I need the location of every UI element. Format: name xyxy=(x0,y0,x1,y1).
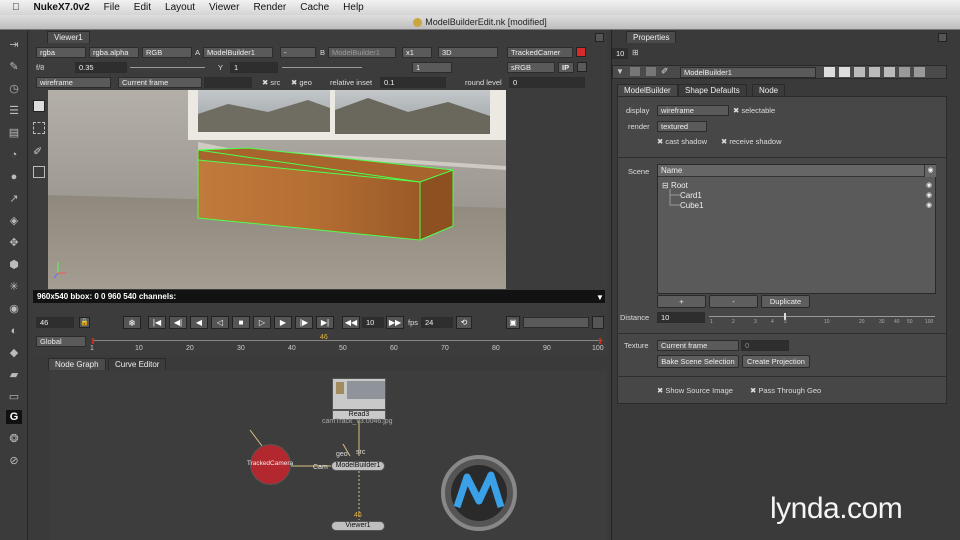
divider xyxy=(617,157,947,158)
scene-label: Scene xyxy=(628,167,650,176)
eye-icon[interactable]: ◉ xyxy=(926,191,932,199)
selectable-checkbox[interactable]: ✖ selectable xyxy=(733,106,775,115)
tab-node[interactable]: Node xyxy=(752,84,786,96)
remove-shape-button[interactable]: - xyxy=(709,295,758,308)
distance-input[interactable]: 10 xyxy=(657,312,705,323)
tab-shape-defaults[interactable]: Shape Defaults xyxy=(678,84,747,96)
divider xyxy=(617,376,947,377)
node-tool-icon: ✐ xyxy=(661,66,669,76)
close-node-icon[interactable] xyxy=(914,67,925,77)
color-icon[interactable] xyxy=(824,67,835,77)
node-color-icon[interactable] xyxy=(839,67,850,77)
properties-close-icon[interactable] xyxy=(938,33,947,42)
slider-tick: 50 xyxy=(907,319,913,325)
node-name-input[interactable]: ModelBuilder1 xyxy=(680,67,816,78)
watermark: lynda.com xyxy=(770,492,903,525)
revert-icon[interactable] xyxy=(884,67,895,77)
duplicate-button[interactable]: Duplicate xyxy=(761,295,810,308)
float-icon[interactable] xyxy=(899,67,910,77)
render-label: render xyxy=(628,122,650,131)
pipe-frame-label: 46 xyxy=(354,512,362,519)
slider-track xyxy=(709,316,935,317)
eye-icon[interactable]: ◉ xyxy=(926,201,932,209)
geo-input-label: geo xyxy=(336,451,348,458)
read-node-filename: camTrack_v3.0046.jpg xyxy=(322,418,393,425)
texture-label: Texture xyxy=(624,341,649,350)
camera-node-label: TrackedCamera xyxy=(246,460,294,467)
undo-icon[interactable] xyxy=(854,67,865,77)
max-panels-input[interactable]: 10 xyxy=(612,48,628,59)
read-node-thumbnail[interactable] xyxy=(332,378,386,410)
viewer-node[interactable]: Viewer1 xyxy=(331,521,385,531)
panel-buttons xyxy=(824,67,934,77)
modelbuilder-node[interactable]: ModelBuilder1 xyxy=(331,461,385,471)
create-projection-button[interactable]: Create Projection xyxy=(742,355,810,368)
scene-header: Name xyxy=(658,165,924,177)
eye-icon[interactable]: ◉ xyxy=(926,181,932,189)
pass-through-geo-checkbox[interactable]: ✖ Pass Through Geo xyxy=(750,386,821,395)
distance-slider[interactable]: 1 2 3 4 5 10 20 30 40 50 100 xyxy=(709,312,937,326)
render-dropdown[interactable]: textured xyxy=(657,121,707,132)
cast-shadow-label: cast shadow xyxy=(665,137,708,146)
slider-tick: 10 xyxy=(824,319,830,325)
receive-shadow-label: receive shadow xyxy=(729,137,782,146)
display-dropdown[interactable]: wireframe xyxy=(657,105,729,116)
slider-tick: 40 xyxy=(894,319,900,325)
receive-shadow-checkbox[interactable]: ✖ receive shadow xyxy=(721,137,782,146)
divider xyxy=(617,333,947,334)
thumbnail-icon xyxy=(336,382,344,394)
slider-tick: 30 xyxy=(879,319,885,325)
scene-tree[interactable]: Name ◉ ⊟ Root ◉ Card1 ◉ Cube1 ◉ xyxy=(657,164,936,294)
pass-through-label: Pass Through Geo xyxy=(758,386,822,395)
display-label: display xyxy=(626,106,650,115)
slider-tick: 2 xyxy=(732,319,735,325)
show-source-image-checkbox[interactable]: ✖ Show Source Image xyxy=(657,386,733,395)
texture-frame-mode-dropdown[interactable]: Current frame xyxy=(657,340,739,351)
slider-tick: 100 xyxy=(925,319,934,325)
collapse-icon[interactable]: ▼ xyxy=(616,67,624,76)
show-source-label: Show Source Image xyxy=(665,386,733,395)
tab-modelbuilder[interactable]: ModelBuilder xyxy=(617,84,678,96)
slider-tick: 20 xyxy=(859,319,865,325)
center-icon[interactable] xyxy=(646,67,656,76)
tree-lines xyxy=(669,189,680,206)
hide-icon[interactable] xyxy=(630,67,640,76)
nuke-logo xyxy=(441,455,517,531)
texture-frame-input[interactable]: 0 xyxy=(741,340,789,351)
distance-label: Distance xyxy=(620,313,650,322)
slider-tick: 3 xyxy=(754,319,757,325)
tab-properties[interactable]: Properties xyxy=(626,31,677,43)
cam-input-label: Cam xyxy=(313,464,328,471)
visibility-header-icon[interactable]: ◉ xyxy=(924,165,936,177)
src-input-label: src xyxy=(356,449,366,456)
redo-icon[interactable] xyxy=(869,67,880,77)
cast-shadow-checkbox[interactable]: ✖ cast shadow xyxy=(657,137,707,146)
slider-tick: 1 xyxy=(710,319,713,325)
lock-panel-icon[interactable]: ⊞ xyxy=(632,48,639,57)
slider-tick: 4 xyxy=(771,319,774,325)
selectable-label: selectable xyxy=(741,106,776,115)
add-shape-button[interactable]: + xyxy=(657,295,706,308)
thumbnail-image xyxy=(347,381,385,399)
bake-scene-selection-button[interactable]: Bake Scene Selection xyxy=(657,355,739,368)
slider-tick: 5 xyxy=(784,319,787,325)
